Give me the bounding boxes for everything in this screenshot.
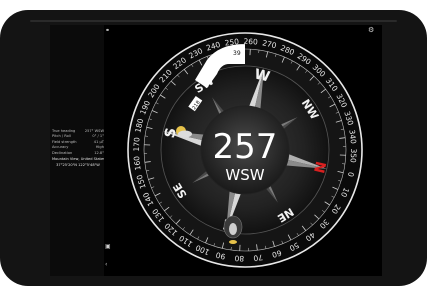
location-coordinates: 37°25'20"N 122°5'48"W	[56, 163, 100, 168]
location-name: Mountain View, United States	[52, 157, 106, 162]
info-value: 12.8°	[94, 150, 104, 155]
compass-dial: 0102030405060708090100110120130140150160…	[127, 32, 363, 268]
camera-icon[interactable]: ▣	[105, 244, 111, 250]
ring-number: 70	[253, 253, 264, 263]
pointer-value: 39	[233, 50, 241, 57]
ring-number: 80	[234, 254, 244, 263]
ring-number: 340	[347, 129, 358, 145]
ring-number: 260	[243, 37, 258, 47]
back-chevron-icon[interactable]: ‹	[105, 262, 107, 268]
info-label: Declination	[52, 150, 73, 155]
app-screen: True heading 257° WSW Pitch / Roll 0° / 1°…	[50, 25, 382, 276]
link-icon[interactable]: ⚭	[105, 28, 110, 34]
device-bezel-highlight	[30, 20, 397, 22]
ring-number: 350	[348, 148, 358, 163]
ring-number: 170	[132, 137, 142, 152]
heading-value: 257	[213, 127, 278, 167]
ring-number: 160	[132, 155, 143, 171]
side-bar: ⚭ ▣ ‹	[104, 25, 112, 276]
info-row: Declination 12.8°	[52, 151, 104, 156]
info-panel: True heading 257° WSW Pitch / Roll 0° / 1°…	[50, 25, 105, 276]
heading-direction: WSW	[225, 166, 264, 184]
gear-icon[interactable]: ⚙	[368, 27, 374, 34]
sensor-info: True heading 257° WSW Pitch / Roll 0° / 1°…	[52, 129, 106, 169]
